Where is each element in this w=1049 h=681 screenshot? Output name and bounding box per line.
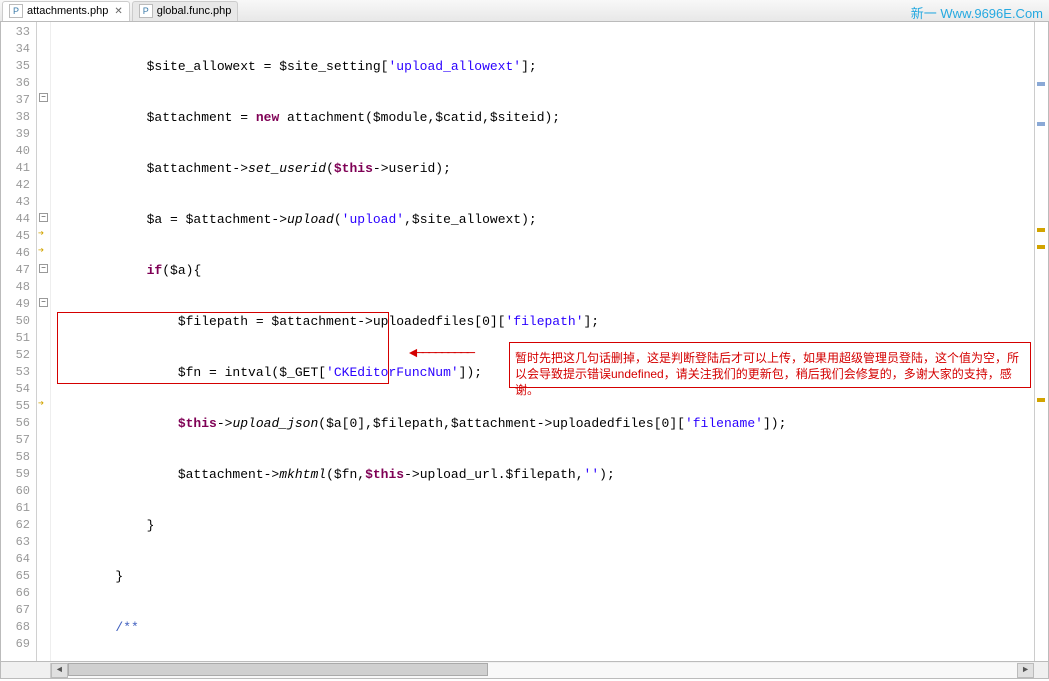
line-number: 58	[1, 449, 36, 466]
annotation-box-left	[57, 312, 389, 384]
line-number: 60	[1, 483, 36, 500]
annotation-text: 暂时先把这几句话删掉，这是判断登陆后才可以上传，如果用超级管理员登陆，这个值为空…	[515, 350, 1025, 398]
line-number: 66	[1, 585, 36, 602]
overview-mark	[1037, 245, 1045, 249]
tab-bar: P attachments.php ✕ P global.func.php 新一…	[0, 0, 1049, 22]
overview-mark	[1037, 122, 1045, 126]
line-number: 51	[1, 330, 36, 347]
line-number: 48	[1, 279, 36, 296]
line-number: 43	[1, 194, 36, 211]
fold-toggle[interactable]: −	[39, 213, 48, 222]
line-number: 63	[1, 534, 36, 551]
line-number: 57	[1, 432, 36, 449]
fold-marker-strip: − ➔ ➔ − − − ➔	[37, 22, 51, 661]
line-number: 50	[1, 313, 36, 330]
tab-inactive[interactable]: P global.func.php	[132, 1, 239, 21]
fold-toggle[interactable]: −	[39, 298, 48, 307]
line-number: 67	[1, 602, 36, 619]
line-number: 36	[1, 75, 36, 92]
tab-label: global.func.php	[157, 5, 232, 17]
line-number: 68	[1, 619, 36, 636]
fold-toggle[interactable]: −	[39, 93, 48, 102]
line-number: 49	[1, 296, 36, 313]
editor: 3334353637383940414243444546474849505152…	[0, 22, 1049, 662]
line-number: 53	[1, 364, 36, 381]
change-marker-icon: ➔	[38, 398, 44, 410]
line-number: 52	[1, 347, 36, 364]
php-file-icon: P	[139, 4, 153, 18]
line-number: 54	[1, 381, 36, 398]
code-area[interactable]: $site_allowext = $site_setting['upload_a…	[51, 22, 1034, 661]
line-number: 45	[1, 228, 36, 245]
line-number: 37	[1, 92, 36, 109]
line-number: 42	[1, 177, 36, 194]
line-number: 62	[1, 517, 36, 534]
line-number-gutter: 3334353637383940414243444546474849505152…	[1, 22, 37, 661]
line-number: 40	[1, 143, 36, 160]
line-number: 56	[1, 415, 36, 432]
scroll-spacer	[1, 663, 51, 678]
scroll-thumb[interactable]	[68, 663, 488, 676]
watermark: 新一 Www.9696E.Com	[911, 3, 1043, 22]
scroll-left-button[interactable]: ◄	[51, 663, 68, 678]
scroll-track[interactable]	[68, 663, 1017, 678]
overview-ruler[interactable]	[1034, 22, 1048, 661]
overview-mark	[1037, 398, 1045, 402]
line-number: 55	[1, 398, 36, 415]
line-number: 47	[1, 262, 36, 279]
line-number: 61	[1, 500, 36, 517]
close-icon[interactable]: ✕	[114, 6, 122, 17]
line-number: 46	[1, 245, 36, 262]
tab-label: attachments.php	[27, 5, 108, 17]
line-number: 38	[1, 109, 36, 126]
line-number: 64	[1, 551, 36, 568]
line-number: 41	[1, 160, 36, 177]
line-number: 59	[1, 466, 36, 483]
overview-mark	[1037, 82, 1045, 86]
overview-mark	[1037, 228, 1045, 232]
tab-active[interactable]: P attachments.php ✕	[2, 1, 130, 21]
line-number: 33	[1, 24, 36, 41]
line-number: 39	[1, 126, 36, 143]
horizontal-scrollbar[interactable]: ◄ ►	[0, 662, 1049, 679]
scroll-right-button[interactable]: ►	[1017, 663, 1034, 678]
php-file-icon: P	[9, 4, 23, 18]
line-number: 35	[1, 58, 36, 75]
line-number: 34	[1, 41, 36, 58]
line-number: 69	[1, 636, 36, 653]
fold-toggle[interactable]: −	[39, 264, 48, 273]
change-marker-icon: ➔	[38, 228, 44, 240]
line-number: 65	[1, 568, 36, 585]
change-marker-icon: ➔	[38, 245, 44, 257]
line-number: 44	[1, 211, 36, 228]
arrow-icon: ◄─────────	[409, 346, 473, 363]
